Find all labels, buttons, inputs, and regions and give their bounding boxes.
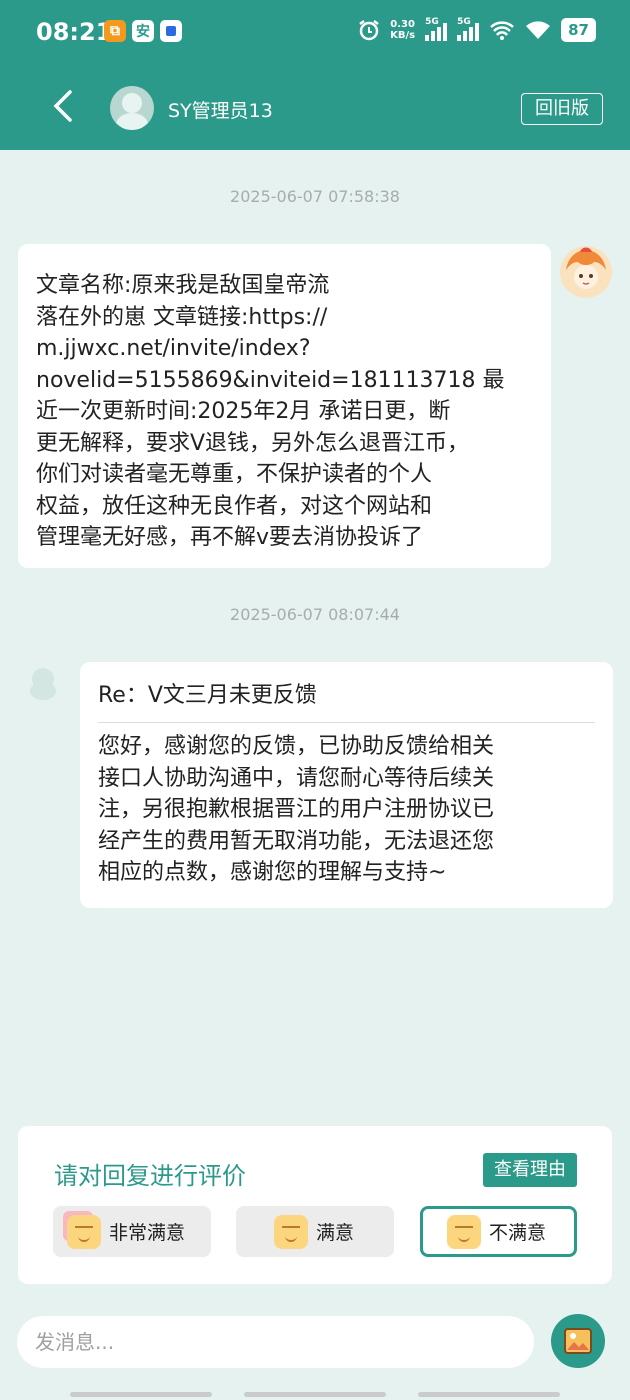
user-avatar[interactable]: [560, 246, 612, 298]
chat-header: SY管理员13 回旧版: [0, 64, 630, 150]
status-app-icons: ⧉ 安: [104, 20, 182, 42]
user-message-bubble[interactable]: 文章名称:原来我是敌国皇帝流 落在外的崽 文章链接:https:// m.jjw…: [18, 244, 551, 568]
security-app-icon: 安: [132, 20, 154, 42]
status-right: 0.30 KB/s 5G 5G 87: [358, 17, 596, 42]
image-icon: [564, 1328, 592, 1354]
status-bar: 08:21 ⧉ 安 0.30 KB/s 5G 5G 87: [0, 0, 630, 64]
chat-title: SY管理员13: [168, 100, 273, 122]
admin-avatar[interactable]: [110, 86, 154, 130]
back-arrow-icon[interactable]: [48, 88, 78, 124]
signal-label-2: 5G: [457, 17, 471, 27]
rating-option-dissatisfied[interactable]: 不满意: [420, 1206, 577, 1257]
net-speed: 0.30 KB/s: [390, 19, 415, 41]
rating-option-label: 满意: [316, 1222, 355, 1244]
rating-panel: 请对回复进行评价 查看理由 非常满意 满意 不满意: [18, 1126, 612, 1284]
message-input[interactable]: 发消息...: [17, 1316, 534, 1368]
signal-icon-2: 5G: [457, 17, 480, 41]
net-speed-value: 0.30: [390, 19, 415, 30]
signal-label: 5G: [425, 17, 439, 27]
rating-option-label: 非常满意: [109, 1222, 186, 1244]
user-avatar-image: [560, 246, 612, 298]
send-image-button[interactable]: [551, 1314, 605, 1368]
admin-message-avatar[interactable]: [26, 668, 60, 702]
old-version-button[interactable]: 回旧版: [521, 93, 603, 125]
alarm-icon: [359, 20, 379, 41]
square-app-icon: [160, 20, 182, 42]
very-happy-face-icon: [67, 1214, 101, 1249]
hotspot-icon: [490, 21, 514, 40]
nav-bar-segment: [70, 1392, 212, 1397]
notification-app-icon: ⧉: [104, 20, 126, 42]
happy-face-icon: [274, 1214, 308, 1249]
view-reason-button[interactable]: 查看理由: [483, 1153, 577, 1187]
user-message-text: 文章名称:原来我是敌国皇帝流 落在外的崽 文章链接:https:// m.jjw…: [36, 273, 505, 550]
rating-option-very-satisfied[interactable]: 非常满意: [53, 1206, 211, 1257]
battery-indicator: 87: [561, 18, 596, 42]
rating-option-label: 不满意: [489, 1222, 547, 1244]
reply-subject: Re：V文三月未更反馈: [98, 680, 595, 723]
wifi-icon: [526, 21, 551, 39]
nav-bar-segment: [418, 1392, 560, 1397]
rating-option-satisfied[interactable]: 满意: [236, 1206, 394, 1257]
reply-text: 您好，感谢您的反馈，已协助反馈给相关 接口人协助沟通中，请您耐心等待后续关 注，…: [98, 734, 495, 885]
net-speed-unit: KB/s: [390, 30, 416, 41]
status-time: 08:21: [36, 18, 113, 46]
rating-title: 请对回复进行评价: [54, 1162, 246, 1190]
unhappy-face-icon: [447, 1214, 481, 1249]
message-timestamp: 2025-06-07 08:07:44: [230, 605, 400, 624]
nav-bar-segment: [244, 1392, 386, 1397]
message-timestamp: 2025-06-07 07:58:38: [230, 187, 400, 206]
signal-icon: 5G: [425, 17, 448, 41]
admin-message-bubble[interactable]: Re：V文三月未更反馈 您好，感谢您的反馈，已协助反馈给相关 接口人协助沟通中，…: [80, 662, 613, 908]
